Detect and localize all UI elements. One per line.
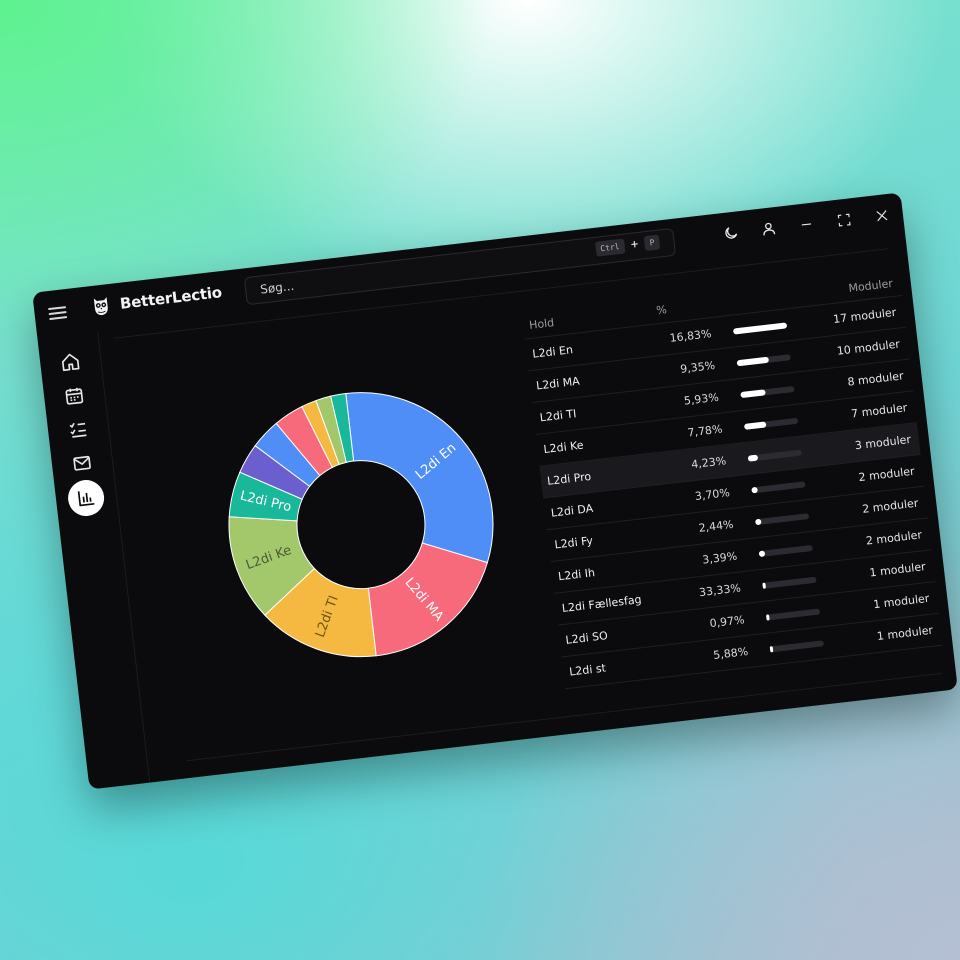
row-pct: 7,78% [686, 422, 724, 440]
progress-track [762, 576, 817, 589]
row-modules: 3 moduler [854, 432, 912, 453]
row-hold: L2di DA [550, 501, 594, 520]
moon-icon[interactable] [719, 221, 743, 245]
window-controls [719, 204, 894, 246]
row-pct: 3,39% [701, 549, 738, 567]
sidebar-item-calendar[interactable] [60, 381, 89, 410]
row-hold: L2di MA [535, 374, 581, 393]
row-bar [726, 446, 828, 464]
progress-track [769, 639, 824, 652]
table-body: L2di En 16,83% 17 moduler L2di MA 9,35% 10 mo… [524, 295, 943, 690]
row-hold: L2di En [531, 343, 574, 361]
owl-logo-icon [93, 297, 108, 316]
row-modules: 10 moduler [836, 337, 901, 358]
mail-icon [73, 455, 91, 471]
sidebar-item-tasks[interactable] [64, 415, 93, 444]
modules-table: Hold % Moduler L2di En 16,83% 17 moduler L2… [520, 259, 943, 690]
app-window: BetterLectio Ctrl + P [32, 192, 958, 790]
checklist-icon [69, 422, 87, 438]
calendar-icon [65, 387, 84, 405]
row-modules: 2 moduler [857, 464, 916, 485]
progress-fill [747, 454, 758, 462]
row-pct: 5,88% [712, 645, 749, 662]
user-icon[interactable] [756, 217, 780, 241]
row-hold: L2di Pro [546, 469, 592, 488]
row-bar [715, 351, 817, 369]
progress-fill [732, 321, 788, 335]
row-modules: 8 moduler [846, 369, 905, 389]
header-modules[interactable]: Moduler [817, 276, 902, 299]
app-name: BetterLectio [118, 283, 223, 313]
bar-chart-icon [77, 491, 95, 507]
row-modules: 17 moduler [832, 305, 897, 326]
row-bar [748, 637, 850, 655]
progress-track [758, 544, 813, 557]
sidebar-item-messages[interactable] [68, 449, 97, 478]
desktop-background: BetterLectio Ctrl + P [0, 0, 960, 960]
row-bar [718, 382, 820, 400]
progress-fill [751, 486, 759, 493]
sidebar-item-home[interactable] [56, 348, 85, 377]
progress-track [747, 449, 802, 462]
close-icon[interactable] [870, 204, 894, 228]
row-pct: 0,97% [708, 613, 746, 631]
progress-fill [743, 420, 767, 430]
search-shortcut: Ctrl + P [594, 234, 661, 257]
maximize-icon[interactable] [832, 208, 856, 232]
home-icon [61, 353, 80, 372]
row-hold: L2di st [568, 661, 607, 679]
row-pct: 9,35% [679, 358, 716, 376]
donut-chart: L2di EnL2di MAL2di TIL2di KeL2di Pro [228, 392, 494, 658]
progress-fill [754, 518, 763, 525]
row-pct: 33,33% [698, 581, 742, 600]
main-content: L2di En L2di MA L2di TI L2di Ke L2di Pro Hol… [97, 238, 958, 783]
row-bar [733, 510, 835, 528]
row-modules: 1 moduler [872, 591, 930, 612]
header-pct[interactable]: % [648, 297, 717, 318]
minimize-icon[interactable] [794, 212, 818, 236]
progress-track [751, 480, 806, 493]
row-pct: 3,70% [694, 486, 731, 504]
progress-fill [765, 613, 770, 621]
row-bar [744, 605, 846, 623]
row-modules: 2 moduler [861, 496, 919, 516]
row-pct: 5,93% [683, 390, 720, 408]
row-pct: 4,23% [690, 454, 727, 472]
progress-track [765, 607, 821, 621]
row-hold: L2di Fy [553, 534, 594, 552]
ctrl-key: Ctrl [594, 238, 626, 257]
progress-fill [758, 549, 766, 557]
progress-fill [769, 645, 774, 652]
row-pct: 16,83% [668, 327, 713, 345]
row-hold: L2di Fællesfag [561, 592, 643, 616]
row-bar [737, 541, 839, 559]
row-modules: 2 moduler [865, 528, 923, 548]
p-key: P [643, 234, 661, 252]
progress-track [754, 512, 810, 525]
brand[interactable]: BetterLectio [89, 281, 223, 318]
row-pct: 2,44% [697, 517, 735, 535]
row-bar [729, 478, 831, 496]
row-bar [711, 319, 813, 337]
row-bar [722, 414, 824, 432]
progress-fill [762, 582, 767, 589]
progress-track [732, 321, 788, 335]
row-modules: 1 moduler [876, 623, 934, 644]
row-hold: L2di Ih [557, 566, 596, 584]
progress-track [743, 417, 799, 430]
row-bar [740, 573, 842, 591]
sidebar-item-stats[interactable] [66, 478, 107, 518]
row-hold: L2di Ke [542, 438, 585, 457]
menu-icon[interactable] [48, 303, 68, 321]
row-modules: 7 moduler [850, 401, 908, 421]
progress-fill [740, 388, 767, 398]
plus-sign: + [629, 238, 640, 251]
row-hold: L2di SO [564, 629, 609, 647]
row-modules: 1 moduler [868, 560, 927, 580]
row-hold: L2di TI [539, 407, 578, 425]
progress-fill [736, 356, 769, 366]
progress-track [740, 385, 795, 398]
progress-track [736, 353, 791, 366]
